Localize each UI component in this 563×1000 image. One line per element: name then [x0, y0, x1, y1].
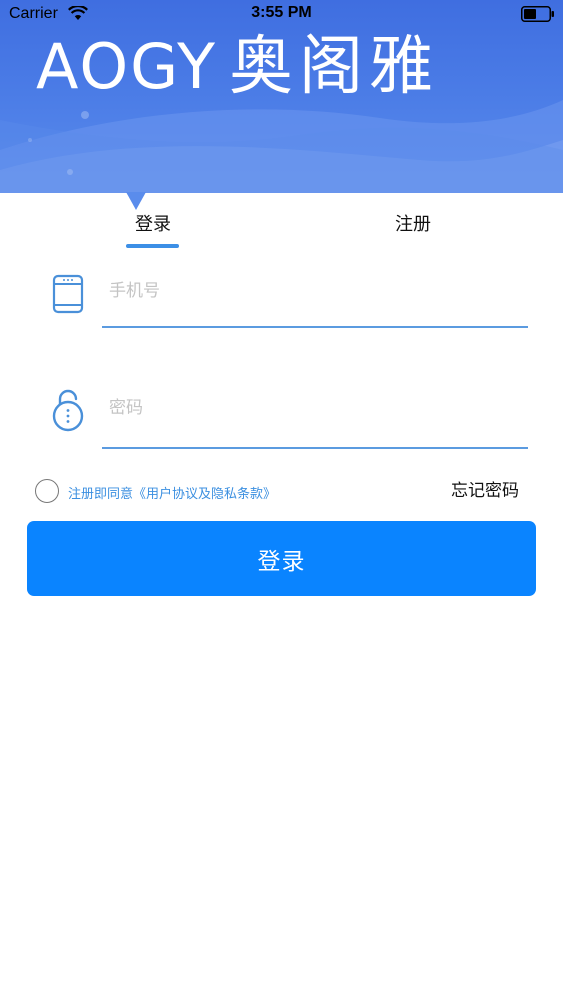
phone-icon — [52, 274, 84, 314]
agreement-prefix: 注册即同意 — [68, 487, 134, 502]
agreement-link[interactable]: 《用户协议及隐私条款》 — [133, 487, 276, 502]
login-screen: AOGY 奥阁雅 Carrier 3:55 PM 登录 注册 手机号 注册即同意… — [0, 0, 563, 1000]
phone-input[interactable] — [102, 271, 528, 311]
header-banner: AOGY 奥阁雅 — [0, 0, 563, 193]
login-button[interactable]: 登录 — [27, 521, 536, 596]
battery-icon — [521, 6, 554, 22]
logo-chinese-text: 奥阁雅 — [228, 30, 439, 104]
phone-underline — [102, 326, 528, 328]
password-underline — [102, 447, 528, 449]
tab-pointer-arrow — [126, 192, 146, 210]
tab-register[interactable]: 注册 — [378, 210, 448, 240]
forgot-password-link[interactable]: 忘记密码 — [451, 476, 519, 501]
lock-icon — [52, 389, 84, 432]
brand-logo: AOGY 奥阁雅 — [36, 28, 536, 106]
status-bar: Carrier 3:55 PM — [0, 0, 563, 28]
agreement-checkbox[interactable] — [35, 479, 59, 503]
active-tab-indicator — [126, 244, 179, 248]
logo-latin-text: AOGY — [36, 30, 217, 103]
password-input[interactable] — [102, 388, 528, 428]
status-time: 3:55 PM — [251, 4, 312, 21]
tab-login[interactable]: 登录 — [118, 210, 188, 240]
agreement-text: 注册即同意《用户协议及隐私条款》 — [68, 483, 276, 502]
